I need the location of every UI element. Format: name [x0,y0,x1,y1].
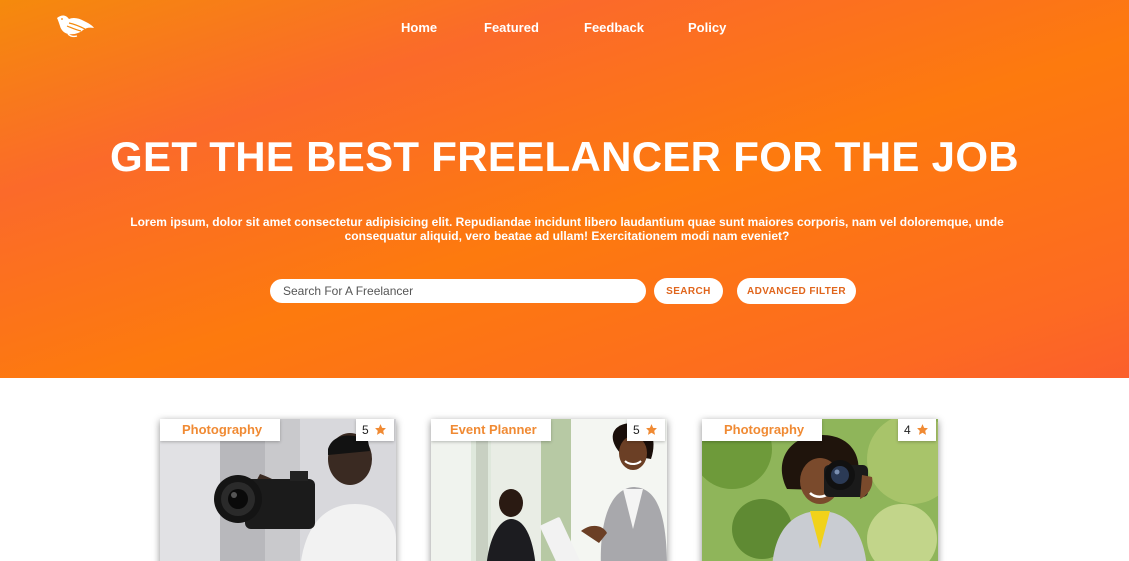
rating-value: 5 [362,423,369,437]
nav-feedback[interactable]: Feedback [584,20,644,35]
star-icon [375,424,386,435]
hero-description: Lorem ipsum, dolor sit amet consectetur … [130,215,1004,243]
freelancer-search-input[interactable] [270,279,646,303]
star-icon [917,424,928,435]
card-category: Photography [160,419,280,441]
freelancer-card[interactable]: Event Planner 5 [431,419,667,561]
card-category: Event Planner [431,419,551,441]
freelancer-card[interactable]: Photography 5 [160,419,396,561]
star-icon [646,424,657,435]
nav-featured[interactable]: Featured [484,20,539,35]
advanced-filter-button[interactable]: ADVANCED FILTER [737,278,856,304]
freelancer-card[interactable]: Photography 4 [702,419,938,561]
nav-policy[interactable]: Policy [688,20,726,35]
card-rating: 5 [627,419,665,441]
search-button[interactable]: SEARCH [654,278,723,304]
hero-section: Home Featured Feedback Policy GET THE BE… [0,0,1129,378]
nav-home[interactable]: Home [401,20,437,35]
rating-value: 5 [633,423,640,437]
card-rating: 5 [356,419,394,441]
rating-value: 4 [904,423,911,437]
hero-title: GET THE BEST FREELANCER FOR THE JOB [110,133,1019,180]
card-category: Photography [702,419,822,441]
main-nav: Home Featured Feedback Policy [0,20,1129,36]
card-rating: 4 [898,419,936,441]
